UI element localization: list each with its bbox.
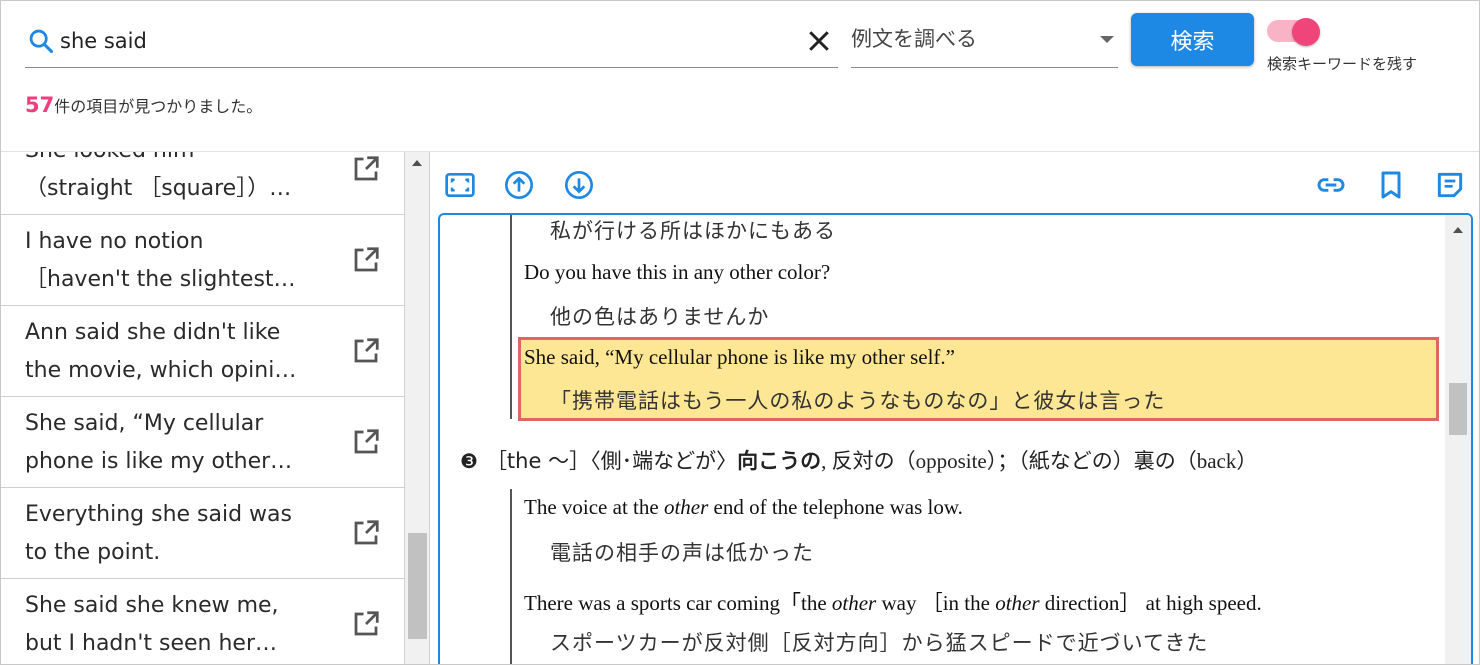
list-item-line: the movie, which opini… bbox=[25, 358, 297, 383]
sense-post: , 反対の（opposite）；（紙などの）裏の（back） bbox=[821, 449, 1258, 473]
search-mode-select[interactable]: 例文を調べる bbox=[851, 13, 1118, 68]
open-in-new-icon[interactable] bbox=[351, 336, 381, 366]
list-item-line: Everything she said was bbox=[25, 502, 292, 527]
list-item-text: She said she knew me, but I hadn't seen … bbox=[25, 587, 340, 663]
open-in-new-icon[interactable] bbox=[351, 245, 381, 275]
sense-definition: ❸ ［the ～］〈側･端などが〉向こうの, 反対の（opposite）；（紙など… bbox=[460, 445, 1257, 475]
example-sentence: There was a sports car coming「the other … bbox=[524, 587, 1262, 617]
text-emphasis: other bbox=[831, 591, 877, 615]
example-sentence: Do you have this in any other color? bbox=[524, 260, 831, 284]
list-item-line: phone is like my other… bbox=[25, 449, 293, 474]
example-translation: 「携帯電話はもう一人の私のようなものなの」と彼女は言った bbox=[550, 389, 1166, 413]
list-item-text: Ann said she didn't like the movie, whic… bbox=[25, 314, 340, 390]
list-item[interactable]: She said, “My cellular phone is like my … bbox=[1, 397, 404, 488]
search-button[interactable]: 検索 bbox=[1131, 13, 1254, 66]
sense-number: ❸ bbox=[460, 449, 478, 473]
result-count-number: 57 bbox=[25, 93, 55, 117]
content-scrollbar[interactable] bbox=[1445, 215, 1471, 664]
entry-body: 私が行ける所はほかにもある Do you have this in any ot… bbox=[440, 215, 1445, 664]
list-item-line: She looked him bbox=[25, 152, 340, 170]
link-icon[interactable] bbox=[1315, 169, 1347, 201]
example-sentence: She said, “My cellular phone is like my … bbox=[524, 345, 955, 369]
example-translation: 私が行ける所はほかにもある bbox=[550, 219, 836, 243]
list-item[interactable]: Ann said she didn't like the movie, whic… bbox=[1, 306, 404, 397]
keep-keyword-toggle[interactable] bbox=[1267, 18, 1321, 46]
list-scrollbar[interactable] bbox=[405, 152, 430, 664]
app-window: 例文を調べる 検索 検索キーワードを残す 57件の項目が見つかりました。 She… bbox=[0, 0, 1480, 665]
list-item[interactable]: She said she knew me, but I hadn't seen … bbox=[1, 579, 404, 664]
text-run: direction］ at high speed. bbox=[1039, 591, 1262, 615]
arrow-down-circle-icon[interactable] bbox=[563, 169, 595, 201]
list-item-line: （straight ［square］）… bbox=[25, 176, 292, 201]
sense-headword: 向こうの bbox=[737, 449, 822, 473]
scrollbar-thumb[interactable] bbox=[1449, 383, 1467, 435]
note-icon[interactable] bbox=[1434, 169, 1466, 201]
list-item-text: She looked him （straight ［square］）… bbox=[25, 152, 340, 208]
result-count-text: 件の項目が見つかりました。 bbox=[54, 97, 263, 116]
text-run: There was a sports car coming「the bbox=[524, 591, 832, 615]
example-sentence: The voice at the other end of the teleph… bbox=[524, 495, 963, 520]
list-item-line: to the point. bbox=[25, 540, 161, 565]
list-item-line: I have no notion bbox=[25, 229, 204, 254]
caret-down-icon bbox=[1100, 36, 1114, 43]
list-item[interactable]: She looked him （straight ［square］）… bbox=[1, 152, 404, 215]
text-run: end of the telephone was low. bbox=[708, 495, 963, 519]
scroll-up-arrow-icon[interactable] bbox=[1453, 227, 1463, 233]
example-translation: 他の色はありませんか bbox=[550, 305, 770, 329]
list-item-text: I have no notion ［haven't the slightest… bbox=[25, 223, 340, 299]
list-item-line: She said she knew me, bbox=[25, 593, 279, 618]
search-input[interactable] bbox=[60, 23, 780, 59]
open-in-new-icon[interactable] bbox=[351, 154, 381, 184]
sense-pre: ［the ～］〈側･端などが〉 bbox=[485, 449, 738, 473]
example-translation: 電話の相手の声は低かった bbox=[550, 541, 814, 565]
entry-content: 私が行ける所はほかにもある Do you have this in any ot… bbox=[438, 213, 1473, 664]
fit-screen-icon[interactable] bbox=[444, 169, 476, 201]
search-field[interactable] bbox=[25, 13, 838, 68]
text-emphasis: other bbox=[995, 591, 1040, 615]
list-item[interactable]: I have no notion ［haven't the slightest… bbox=[1, 215, 404, 306]
example-group-line bbox=[510, 489, 512, 664]
toggle-label: 検索キーワードを残す bbox=[1267, 55, 1418, 73]
search-mode-value: 例文を調べる bbox=[851, 27, 977, 51]
text-emphasis: other bbox=[663, 495, 709, 519]
example-translation: スポーツカーが反対側［反対方向］から猛スピードで近づいてきた bbox=[550, 631, 1209, 655]
scroll-up-arrow-icon[interactable] bbox=[412, 160, 422, 166]
close-icon[interactable] bbox=[804, 26, 834, 56]
scrollbar-thumb[interactable] bbox=[408, 533, 427, 639]
arrow-up-circle-icon[interactable] bbox=[503, 169, 535, 201]
list-item-line: ［haven't the slightest… bbox=[25, 267, 296, 292]
list-item-line: but I hadn't seen her… bbox=[25, 631, 278, 656]
list-item-text: She said, “My cellular phone is like my … bbox=[25, 405, 340, 481]
bookmark-icon[interactable] bbox=[1375, 169, 1407, 201]
toggle-knob bbox=[1292, 18, 1320, 46]
result-count: 57件の項目が見つかりました。 bbox=[25, 93, 262, 117]
list-item[interactable]: Everything she said was to the point. bbox=[1, 488, 404, 579]
open-in-new-icon[interactable] bbox=[351, 427, 381, 457]
list-item-line: Ann said she didn't like bbox=[25, 320, 281, 345]
list-item-text: Everything she said was to the point. bbox=[25, 496, 340, 572]
open-in-new-icon[interactable] bbox=[351, 609, 381, 639]
result-list: She looked him （straight ［square］）… I ha… bbox=[1, 152, 405, 664]
open-in-new-icon[interactable] bbox=[351, 518, 381, 548]
text-run: The voice at the bbox=[524, 495, 664, 519]
list-item-line: She said, “My cellular bbox=[25, 411, 264, 436]
search-icon bbox=[29, 29, 54, 54]
text-run: way ［in the bbox=[876, 591, 996, 615]
example-group-line bbox=[510, 215, 512, 419]
